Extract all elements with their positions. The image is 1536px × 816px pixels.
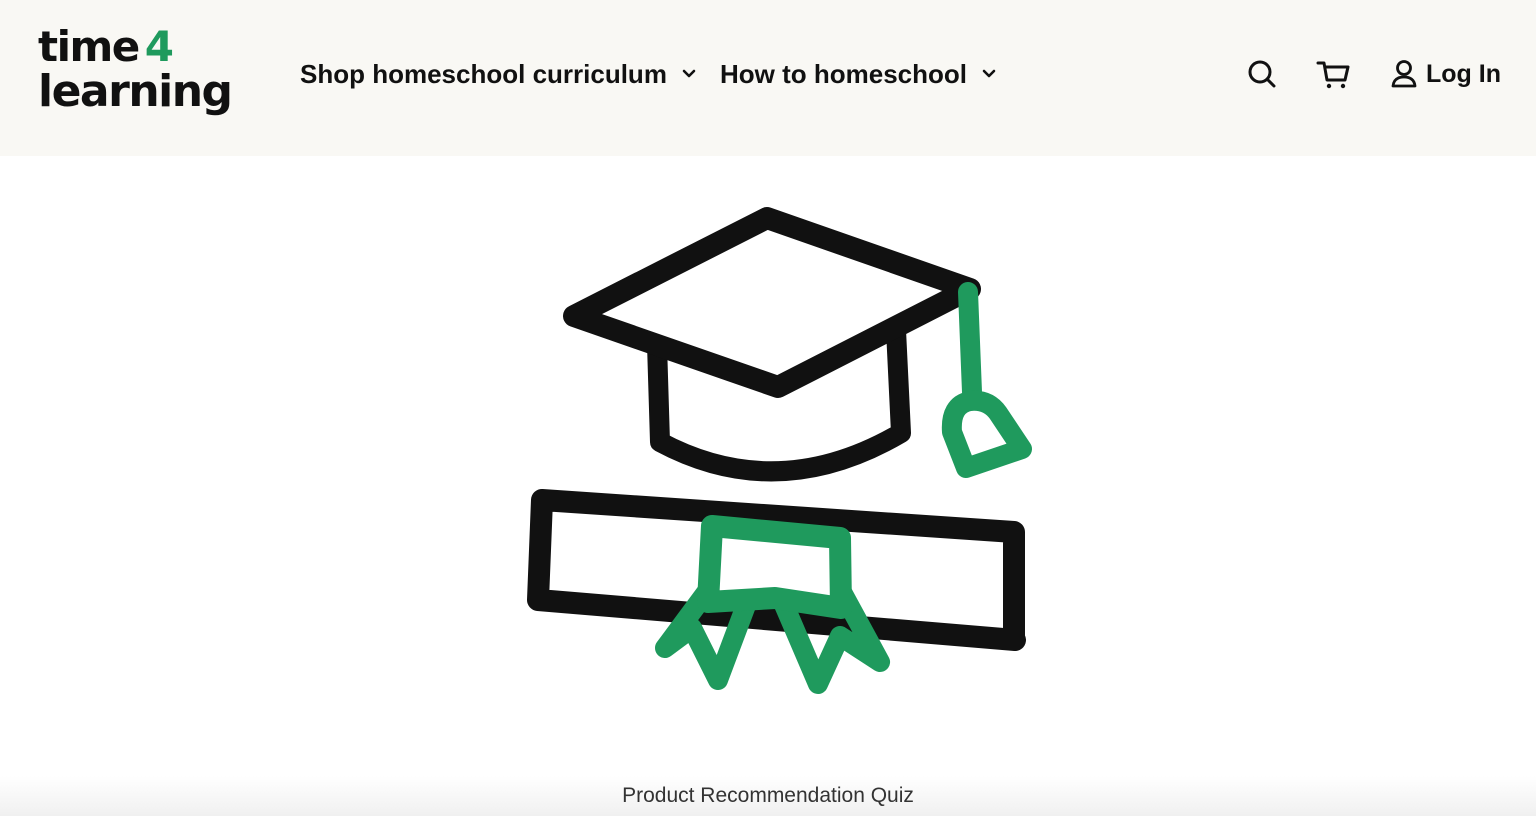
user-icon (1391, 60, 1417, 88)
chevron-down-icon (682, 69, 696, 78)
cart-icon (1316, 61, 1350, 89)
quiz-title: Product Recommendation Quiz (622, 784, 914, 807)
login-link[interactable]: Log In (1390, 54, 1501, 94)
login-label: Log In (1426, 59, 1501, 88)
nav-shop-label: Shop homeschool curriculum (300, 58, 667, 89)
cart-button[interactable] (1316, 56, 1352, 92)
time4learning-logo[interactable]: time 4 learning (38, 22, 258, 126)
nav-how-to-homeschool[interactable]: How to homeschool (720, 52, 997, 96)
logo-line-1: time 4 (38, 22, 174, 71)
search-icon (1248, 60, 1276, 88)
logo-line-2: learning (38, 66, 233, 117)
nav-how-label: How to homeschool (720, 58, 967, 89)
logo-accent-digit: 4 (144, 22, 174, 71)
search-button[interactable] (1244, 56, 1280, 92)
nav-shop-homeschool-curriculum[interactable]: Shop homeschool curriculum (300, 52, 697, 96)
site-header: time 4 learning Shop homeschool curriculu… (0, 0, 1536, 156)
chevron-down-icon (982, 69, 996, 78)
graduation-cap-and-diploma-icon (527, 207, 1032, 694)
